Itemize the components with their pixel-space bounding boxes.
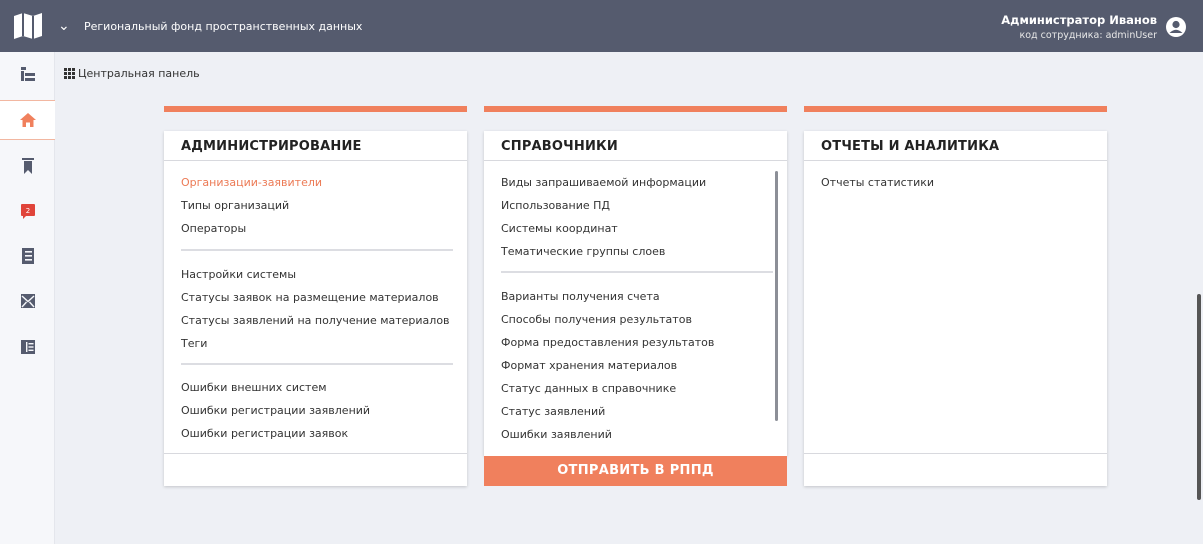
- document-list-icon: [21, 248, 34, 264]
- link-tags[interactable]: Теги: [181, 337, 207, 350]
- divider: [501, 271, 773, 273]
- link-ref-data-status[interactable]: Статус данных в справочнике: [501, 382, 676, 395]
- divider: [181, 363, 453, 365]
- sidebar-item-messages[interactable]: 2: [0, 191, 55, 231]
- chevron-down-icon[interactable]: ⌄: [58, 18, 70, 34]
- app-title: Региональный фонд пространственных данны…: [84, 20, 363, 33]
- admin-card: АДМИНИСТРИРОВАНИЕ Организации-заявители …: [164, 131, 467, 486]
- link-info-types[interactable]: Виды запрашиваемой информации: [501, 176, 706, 189]
- divider: [484, 160, 787, 161]
- grid-icon: [64, 68, 75, 79]
- messages-icon: 2: [20, 204, 35, 219]
- user-avatar-icon[interactable]: [1165, 16, 1187, 38]
- link-operators[interactable]: Операторы: [181, 222, 246, 235]
- link-org-types[interactable]: Типы организаций: [181, 199, 289, 212]
- link-system-settings[interactable]: Настройки системы: [181, 268, 296, 281]
- map-logo-icon[interactable]: [12, 12, 44, 40]
- reports-card: ОТЧЕТЫ И АНАЛИТИКА Отчеты статистики: [804, 131, 1107, 486]
- register-icon: [20, 340, 35, 354]
- link-application-reg-errors[interactable]: Ошибки регистрации заявок: [181, 427, 348, 440]
- sidebar-item-register[interactable]: [0, 327, 55, 367]
- link-invoice-options[interactable]: Варианты получения счета: [501, 290, 660, 303]
- link-placement-statuses[interactable]: Статусы заявок на размещение материалов: [181, 291, 439, 304]
- send-to-rppd-button[interactable]: ОТПРАВИТЬ В РППД: [484, 456, 787, 486]
- org-structure-icon: [20, 67, 35, 81]
- mail-icon: [20, 294, 35, 308]
- admin-accent-stripe: [164, 106, 467, 112]
- home-icon: [19, 113, 36, 127]
- link-external-errors[interactable]: Ошибки внешних систем: [181, 381, 327, 394]
- link-coord-systems[interactable]: Системы координат: [501, 222, 618, 235]
- sidebar: 2: [0, 52, 55, 544]
- admin-card-title: АДМИНИСТРИРОВАНИЕ: [181, 139, 362, 154]
- link-storage-format[interactable]: Формат хранения материалов: [501, 359, 677, 372]
- sidebar-item-documents[interactable]: [0, 236, 55, 276]
- divider: [804, 453, 1107, 454]
- breadcrumb: Центральная панель: [64, 67, 200, 80]
- user-code: код сотрудника: adminUser: [1019, 30, 1157, 41]
- link-request-statuses[interactable]: Статусы заявлений на получение материало…: [181, 314, 450, 327]
- sidebar-item-bookmarks[interactable]: [0, 146, 55, 186]
- link-org-applicants[interactable]: Организации-заявители: [181, 176, 322, 189]
- refs-accent-stripe: [484, 106, 787, 112]
- sidebar-item-structure[interactable]: [0, 54, 55, 94]
- link-result-forms[interactable]: Форма предоставления результатов: [501, 336, 714, 349]
- refs-scrollbar[interactable]: [775, 171, 778, 421]
- link-pd-usage[interactable]: Использование ПД: [501, 199, 610, 212]
- divider: [804, 160, 1107, 161]
- divider: [164, 160, 467, 161]
- sidebar-item-mail[interactable]: [0, 281, 55, 321]
- bookmark-icon: [21, 158, 34, 174]
- top-bar: ⌄ Региональный фонд пространственных дан…: [0, 0, 1203, 52]
- page-scrollbar[interactable]: [1197, 294, 1201, 500]
- divider: [181, 249, 453, 251]
- link-statement-status[interactable]: Статус заявлений: [501, 405, 605, 418]
- reports-card-title: ОТЧЕТЫ И АНАЛИТИКА: [821, 139, 1000, 154]
- page-title: Центральная панель: [78, 67, 200, 80]
- messages-badge: 2: [25, 207, 29, 215]
- link-layer-groups[interactable]: Тематические группы слоев: [501, 245, 665, 258]
- user-name: Администратор Иванов: [1001, 13, 1157, 27]
- refs-card: СПРАВОЧНИКИ Виды запрашиваемой информаци…: [484, 131, 787, 456]
- link-result-methods[interactable]: Способы получения результатов: [501, 313, 692, 326]
- reports-accent-stripe: [804, 106, 1107, 112]
- link-statement-reg-errors[interactable]: Ошибки регистрации заявлений: [181, 404, 370, 417]
- link-statement-errors[interactable]: Ошибки заявлений: [501, 428, 612, 441]
- link-statistics-reports[interactable]: Отчеты статистики: [821, 176, 934, 189]
- divider: [164, 453, 467, 454]
- refs-card-title: СПРАВОЧНИКИ: [501, 139, 618, 154]
- sidebar-item-home[interactable]: [0, 100, 55, 140]
